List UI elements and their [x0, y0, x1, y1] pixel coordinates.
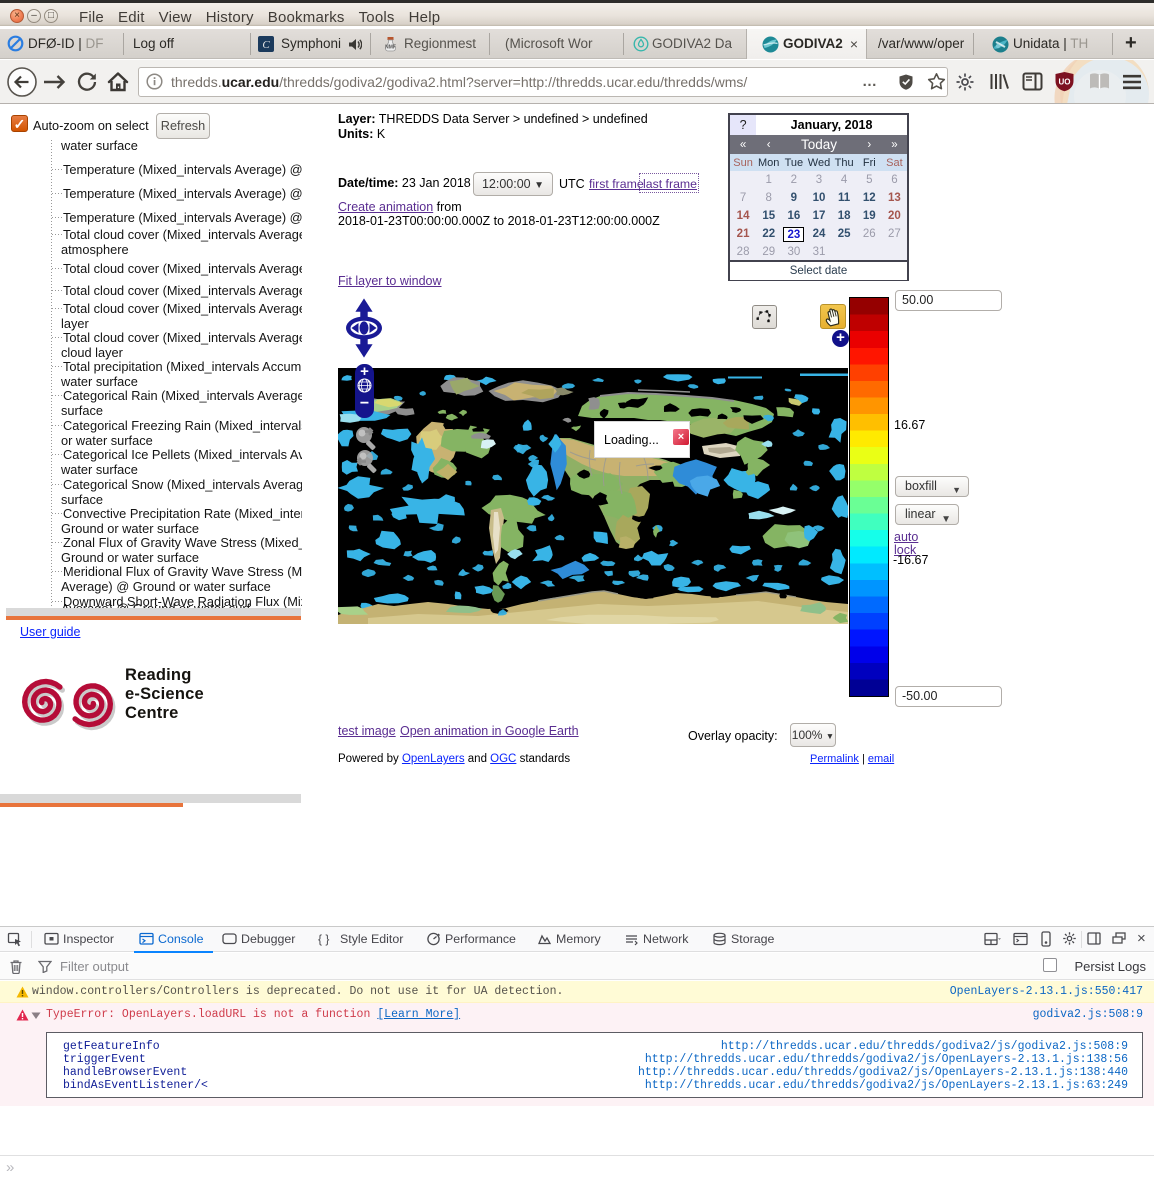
- svg-text:UO: UO: [1059, 78, 1071, 87]
- svg-text:NMF: NMF: [385, 45, 396, 51]
- svg-text:C: C: [262, 39, 270, 51]
